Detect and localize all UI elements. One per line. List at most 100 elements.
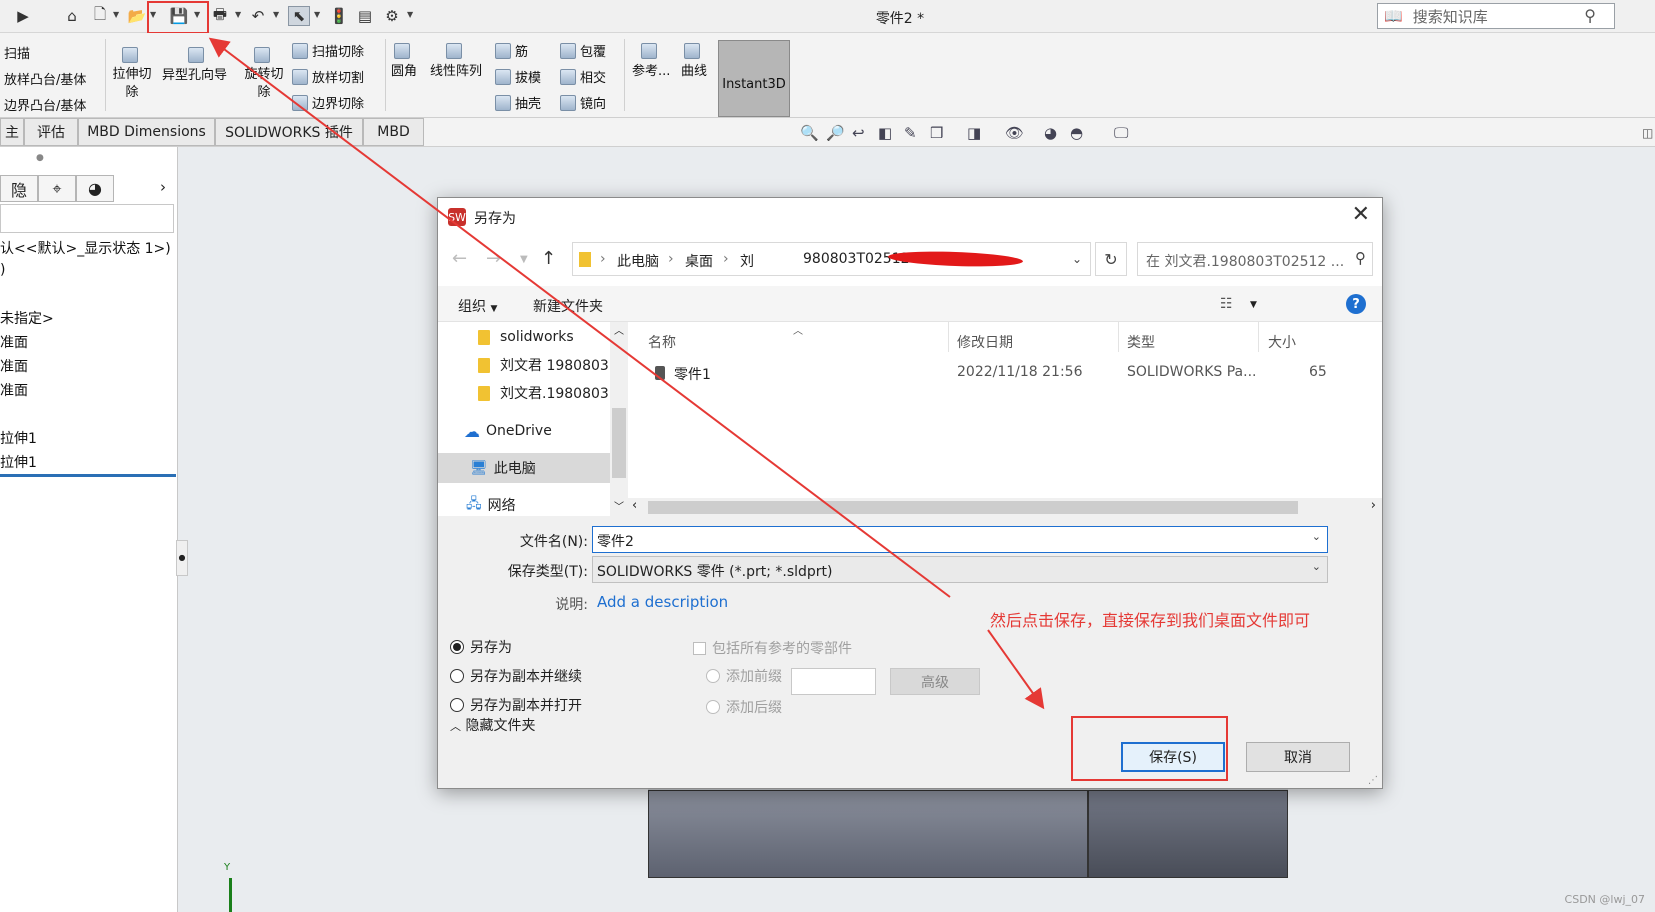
- cancel-button[interactable]: 取消: [1246, 742, 1350, 772]
- address-dropdown-icon[interactable]: ⌄: [1072, 252, 1082, 266]
- radio-save-copy-open[interactable]: 另存为副本并打开: [450, 695, 582, 715]
- tree-top-plane[interactable]: 准面: [0, 356, 28, 376]
- options-gear-icon[interactable]: ⚙: [381, 6, 403, 26]
- view-dropdown-icon[interactable]: ▼: [1250, 300, 1257, 310]
- search-icon[interactable]: ⚲: [1584, 6, 1596, 25]
- boundary-cut-command[interactable]: 边界切除: [292, 93, 364, 112]
- panel-toggle-icon[interactable]: ◫: [1642, 126, 1653, 140]
- recent-locations-icon[interactable]: ▼: [520, 254, 528, 265]
- chevron-right-icon[interactable]: ›: [160, 178, 166, 196]
- include-references-checkbox[interactable]: 包括所有参考的零部件: [693, 638, 852, 658]
- curves-command[interactable]: 曲线: [681, 43, 707, 79]
- sweep-command[interactable]: 扫描: [4, 43, 30, 62]
- extruded-cut-command[interactable]: 拉伸切除: [111, 47, 153, 102]
- new-document-icon[interactable]: 🗋: [89, 5, 111, 26]
- column-header-type[interactable]: 类型: [1127, 332, 1155, 352]
- new-folder-button[interactable]: 新建文件夹: [533, 296, 603, 316]
- section-view-icon[interactable]: ◧: [878, 124, 892, 142]
- prefix-suffix-input[interactable]: [791, 668, 876, 695]
- dynamic-annotation-icon[interactable]: ✎: [904, 124, 917, 142]
- chevron-down-icon[interactable]: ⌄: [1312, 560, 1321, 573]
- radio-button[interactable]: [450, 698, 464, 712]
- tree-extrude-feature[interactable]: 拉伸1: [0, 428, 37, 448]
- view-options-icon[interactable]: ☷: [1220, 296, 1233, 312]
- column-header-date[interactable]: 修改日期: [957, 332, 1013, 352]
- mirror-command[interactable]: 镜向: [560, 93, 606, 112]
- undo-dropdown-icon[interactable]: ▼: [273, 10, 279, 19]
- revolved-cut-command[interactable]: 旋转切除: [242, 47, 286, 102]
- fillet-command[interactable]: 圆角: [391, 43, 417, 79]
- wrap-command[interactable]: 包覆: [560, 41, 606, 60]
- tab-mbd[interactable]: MBD: [363, 118, 424, 146]
- search-icon[interactable]: ⚲: [1355, 249, 1366, 267]
- checkbox[interactable]: [693, 641, 706, 655]
- hide-show-items-icon[interactable]: 👁: [1005, 124, 1024, 142]
- tree-extrude-feature-2[interactable]: 拉伸1: [0, 452, 37, 472]
- panel-collapse-handle[interactable]: ●: [176, 540, 188, 576]
- advanced-button[interactable]: 高级: [890, 668, 980, 695]
- nav-item-this-pc[interactable]: 🖥 此电脑: [438, 453, 610, 483]
- address-bar[interactable]: › 此电脑 › 桌面 › 刘 980803T02512 ⌄: [572, 242, 1091, 276]
- help-icon[interactable]: ?: [1346, 294, 1366, 314]
- tree-material-item[interactable]: 未指定>: [0, 308, 54, 328]
- radio-button[interactable]: [450, 640, 464, 654]
- linear-pattern-command[interactable]: 线性阵列: [430, 43, 482, 79]
- shell-command[interactable]: 抽壳: [495, 93, 541, 112]
- display-style-icon[interactable]: ◨: [967, 124, 981, 142]
- nav-item-network[interactable]: 🖧 网络: [438, 490, 610, 520]
- breadcrumb-user-folder[interactable]: 刘: [740, 251, 754, 271]
- organize-menu[interactable]: 组织 ▼: [458, 296, 497, 316]
- splitter-handle-icon[interactable]: ●: [36, 153, 44, 163]
- previous-view-icon[interactable]: ↩: [852, 124, 865, 142]
- home-icon[interactable]: ⌂: [61, 6, 83, 26]
- undo-icon[interactable]: ↶: [247, 6, 269, 26]
- instant3d-button[interactable]: Instant3D: [718, 40, 790, 117]
- boundary-boss-command[interactable]: 边界凸台/基体: [4, 95, 86, 114]
- radio-save-copy-continue[interactable]: 另存为副本并继续: [450, 666, 582, 686]
- radio-add-suffix[interactable]: 添加后缀: [706, 697, 782, 717]
- radio-button[interactable]: [706, 700, 720, 714]
- nav-item-user-folder-2[interactable]: 刘文君.1980803: [438, 378, 610, 408]
- radio-button[interactable]: [450, 669, 464, 683]
- display-manager-icon[interactable]: ◕: [76, 175, 114, 202]
- radio-button[interactable]: [706, 669, 720, 683]
- hide-folders-toggle[interactable]: ︿ 隐藏文件夹: [450, 715, 535, 735]
- reference-geometry-command[interactable]: 参考...: [632, 43, 670, 79]
- breadcrumb-this-pc[interactable]: 此电脑: [617, 251, 659, 271]
- options-dropdown-icon[interactable]: ▼: [407, 10, 413, 19]
- tree-right-plane[interactable]: 准面: [0, 380, 28, 400]
- column-divider[interactable]: [1118, 322, 1119, 352]
- nav-item-user-folder-1[interactable]: 刘文君 1980803: [438, 350, 610, 380]
- swept-cut-command[interactable]: 扫描切除: [292, 41, 364, 60]
- rib-command[interactable]: 筋: [495, 41, 528, 60]
- draft-command[interactable]: 拔模: [495, 67, 541, 86]
- tree-filter-input[interactable]: [0, 204, 174, 233]
- tab-features[interactable]: 主: [0, 118, 24, 146]
- select-cursor-icon[interactable]: ⬉: [288, 6, 310, 26]
- radio-save-as[interactable]: 另存为: [450, 637, 512, 657]
- refresh-icon[interactable]: ↻: [1095, 242, 1127, 276]
- nav-item-solidworks[interactable]: solidworks: [438, 322, 610, 352]
- tab-mbd-dimensions[interactable]: MBD Dimensions: [78, 118, 215, 146]
- file-name-input[interactable]: 零件2 ⌄: [592, 526, 1328, 553]
- dimxpert-icon[interactable]: ⌖: [38, 175, 76, 202]
- column-header-name[interactable]: 名称: [648, 332, 676, 352]
- zoom-to-fit-icon[interactable]: 🔍: [800, 124, 819, 142]
- loft-boss-command[interactable]: 放样凸台/基体: [4, 69, 86, 88]
- apply-scene-icon[interactable]: ◓: [1070, 124, 1083, 142]
- scroll-left-icon[interactable]: ‹: [632, 498, 637, 513]
- nav-item-onedrive[interactable]: ☁ OneDrive: [438, 416, 610, 446]
- file-properties-icon[interactable]: ▤: [354, 6, 376, 26]
- file-type-select[interactable]: SOLIDWORKS 零件 (*.prt; *.sldprt) ⌄: [592, 556, 1328, 583]
- view-orientation-icon[interactable]: ❒: [930, 124, 943, 142]
- print-dropdown-icon[interactable]: ▼: [235, 10, 241, 19]
- column-header-size[interactable]: 大小: [1268, 332, 1296, 352]
- resize-grip-icon[interactable]: ⋰: [1368, 775, 1378, 786]
- column-divider[interactable]: [1258, 322, 1259, 352]
- expand-arrow-icon[interactable]: ▶: [12, 6, 34, 26]
- nav-scroll-thumb[interactable]: [612, 408, 626, 478]
- chevron-down-icon[interactable]: ⌄: [1312, 530, 1321, 543]
- file-list-hscroll-thumb[interactable]: [648, 501, 1298, 514]
- breadcrumb-desktop[interactable]: 桌面: [685, 251, 713, 271]
- back-arrow-icon[interactable]: ←: [452, 248, 467, 269]
